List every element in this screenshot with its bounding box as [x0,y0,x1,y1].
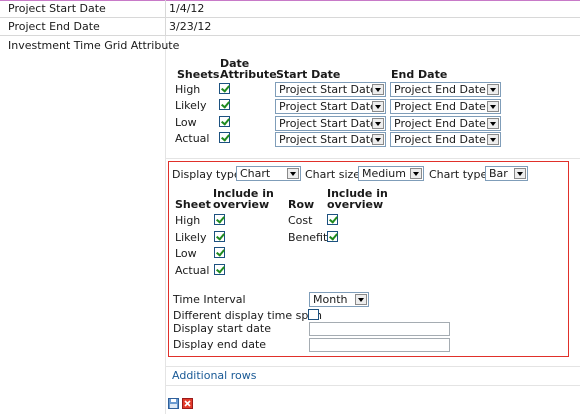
end-date-select[interactable]: Project End Date [390,116,501,131]
column-divider [165,0,166,36]
date-attribute-checkbox[interactable] [219,83,230,94]
chevron-down-icon [372,84,384,95]
start-date-select[interactable]: Project Start Date [275,99,386,114]
divider [166,158,580,159]
end-date-header: End Date [391,68,448,81]
date-attribute-checkbox[interactable] [219,99,230,110]
select-value: Project Start Date [279,100,377,113]
additional-rows-link[interactable]: Additional rows [172,369,256,382]
chart-size-select[interactable]: Medium [358,166,424,181]
start-date-select[interactable]: Project Start Date [275,132,386,147]
overview-row-name: Benefit [288,231,328,244]
chevron-down-icon [355,294,367,305]
select-value: Project Start Date [279,117,377,130]
different-span-checkbox[interactable] [308,309,319,320]
include-overview-checkbox[interactable] [214,231,225,242]
display-type-select[interactable]: Chart [236,166,301,181]
row-include-checkbox[interactable] [327,231,338,242]
sheet-name: Low [175,116,197,129]
sheets-header: Sheets [177,68,220,81]
chevron-down-icon [487,134,499,145]
display-end-label: Display end date [173,338,267,351]
include-header-2: overview [213,198,270,211]
time-interval-select[interactable]: Month [309,292,369,307]
start-date-select[interactable]: Project Start Date [275,82,386,97]
save-icon[interactable] [168,398,179,409]
end-date-select[interactable]: Project End Date [390,132,501,147]
divider [166,385,580,386]
display-type-label: Display type [172,168,241,181]
chevron-down-icon [487,101,499,112]
overview-sheet-name: Actual [175,264,210,277]
chevron-down-icon [487,118,499,129]
chart-size-label: Chart size [305,168,361,181]
include-overview-checkbox[interactable] [214,264,225,275]
chevron-down-icon [372,101,384,112]
end-date-select[interactable]: Project End Date [390,82,501,97]
row-header: Row [288,198,315,211]
start-date-header: Start Date [276,68,341,81]
date-attribute-checkbox[interactable] [219,132,230,143]
chevron-down-icon [514,168,526,179]
chevron-down-icon [487,84,499,95]
date-attribute-header-2: Attribute [220,68,277,81]
select-value: Bar [489,167,508,180]
row-include-checkbox[interactable] [327,214,338,225]
project-start-label: Project Start Date [8,2,106,15]
close-icon [184,400,191,407]
investment-grid-label: Investment Time Grid Attribute [8,39,180,52]
date-attribute-checkbox[interactable] [219,116,230,127]
overview-sheet-name: Likely [175,231,207,244]
divider [166,366,580,367]
project-start-value: 1/4/12 [169,2,205,15]
start-date-select[interactable]: Project Start Date [275,116,386,131]
include-overview-checkbox[interactable] [214,214,225,225]
select-value: Medium [362,167,406,180]
end-date-select[interactable]: Project End Date [390,99,501,114]
select-value: Chart [240,167,271,180]
display-start-label: Display start date [173,322,271,335]
sheet-name: Likely [175,99,207,112]
time-interval-label: Time Interval [173,293,246,306]
select-value: Project End Date [394,100,486,113]
chart-type-select[interactable]: Bar [485,166,528,181]
top-border [0,0,580,1]
include-overview-checkbox[interactable] [214,247,225,258]
delete-icon[interactable] [182,398,193,409]
chart-type-label: Chart type [429,168,488,181]
display-end-input[interactable] [309,338,450,352]
sheet-header: Sheet [175,198,211,211]
overview-row-name: Cost [288,214,313,227]
select-value: Project End Date [394,83,486,96]
chevron-down-icon [287,168,299,179]
overview-sheet-name: Low [175,247,197,260]
column-divider [165,36,166,414]
display-start-input[interactable] [309,322,450,336]
chevron-down-icon [410,168,422,179]
select-value: Month [313,293,348,306]
sheet-name: High [175,83,201,96]
project-end-value: 3/23/12 [169,20,212,33]
chevron-down-icon [372,134,384,145]
overview-sheet-name: High [175,214,201,227]
select-value: Project End Date [394,133,486,146]
project-end-label: Project End Date [8,20,100,33]
sheet-name: Actual [175,132,210,145]
different-span-label: Different display time span [173,309,323,322]
select-value: Project Start Date [279,83,377,96]
divider [0,35,580,36]
row-include-header-2: overview [327,198,384,211]
select-value: Project Start Date [279,133,377,146]
select-value: Project End Date [394,117,486,130]
chevron-down-icon [372,118,384,129]
divider [0,17,580,18]
